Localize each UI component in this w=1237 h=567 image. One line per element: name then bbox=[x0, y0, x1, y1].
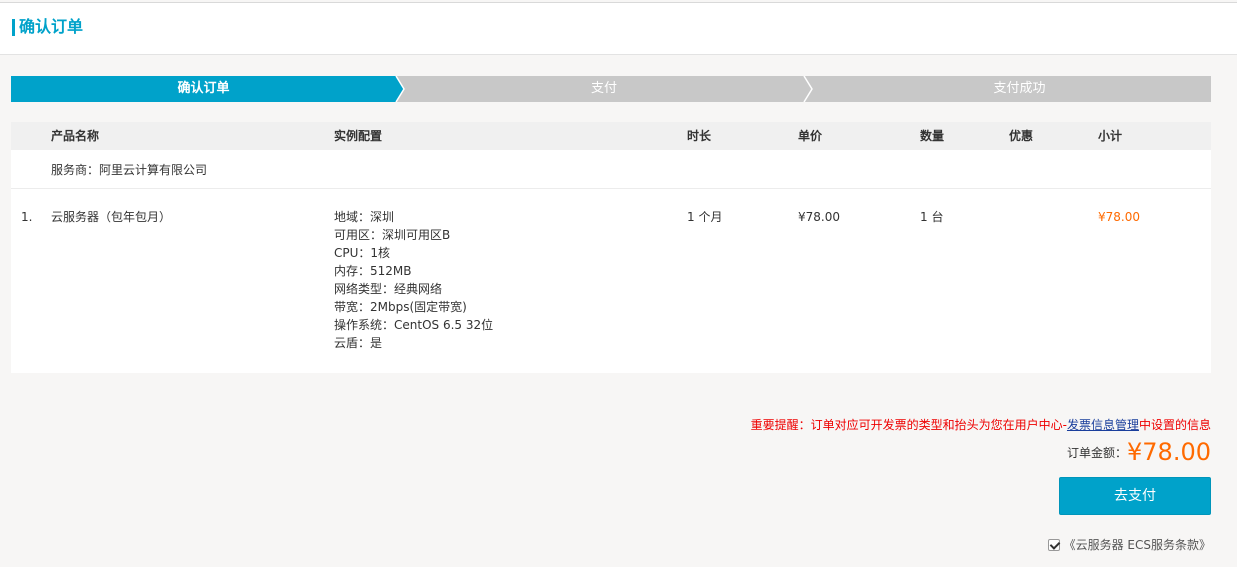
row-config: 地域：深圳 可用区：深圳可用区B CPU：1核 内存：512MB 网络类型：经典… bbox=[334, 208, 493, 352]
row-subtotal: ¥78.00 bbox=[1098, 210, 1140, 224]
row-product: 云服务器（包年包月） bbox=[51, 210, 172, 224]
config-zone: 可用区：深圳可用区B bbox=[334, 228, 451, 242]
invoice-settings-link[interactable]: 发票信息管理 bbox=[1067, 418, 1139, 432]
terms-link[interactable]: 《云服务器 ECS服务条款》 bbox=[1064, 538, 1211, 552]
config-cpu: CPU：1核 bbox=[334, 246, 391, 260]
page-title: 确认订单 bbox=[19, 17, 84, 36]
vendor-name: 服务商：阿里云计算有限公司 bbox=[51, 163, 208, 177]
notice-suffix: 中设置的信息 bbox=[1138, 418, 1211, 432]
header-duration: 时长 bbox=[687, 129, 712, 143]
terms-checkbox[interactable] bbox=[1047, 539, 1060, 551]
step-payment-success: 支付成功 bbox=[993, 81, 1046, 96]
page-header: 确认订单 bbox=[0, 2, 1237, 55]
total-amount: ¥78.00 bbox=[1127, 438, 1211, 466]
row-unit-price: ¥78.00 bbox=[798, 210, 840, 224]
header-subtotal: 小计 bbox=[1098, 129, 1123, 143]
header-discount: 优惠 bbox=[1009, 129, 1034, 143]
config-network: 网络类型：经典网络 bbox=[334, 282, 443, 296]
header-quantity: 数量 bbox=[920, 129, 945, 143]
header-product: 产品名称 bbox=[51, 129, 100, 143]
notice-prefix: 重要提醒：订单对应可开发票的类型和抬头为您在用户中心- bbox=[750, 418, 1067, 432]
table-header: 产品名称 实例配置 时长 单价 数量 优惠 小计 bbox=[11, 122, 1211, 150]
header-config: 实例配置 bbox=[334, 129, 383, 143]
step-payment: 支付 bbox=[590, 81, 617, 96]
invoice-notice: 重要提醒：订单对应可开发票的类型和抬头为您在用户中心-发票信息管理中设置的信息 bbox=[751, 416, 1211, 433]
vendor-row: 服务商：阿里云计算有限公司 bbox=[11, 150, 1211, 189]
row-quantity: 1 台 bbox=[920, 210, 944, 224]
total-label: 订单金额： bbox=[1067, 446, 1128, 460]
row-index: 1. bbox=[21, 210, 33, 224]
order-total: 订单金额：¥78.00 bbox=[1067, 436, 1211, 468]
order-progress-steps: 确认订单 支付 支付成功 bbox=[11, 76, 1211, 102]
title-accent-bar bbox=[12, 19, 15, 36]
config-bandwidth: 带宽：2Mbps(固定带宽) bbox=[334, 300, 467, 314]
terms-agreement: 《云服务器 ECS服务条款》 bbox=[1047, 536, 1211, 553]
order-table: 产品名称 实例配置 时长 单价 数量 优惠 小计 服务商：阿里云计算有限公司 1… bbox=[11, 122, 1211, 373]
config-os: 操作系统：CentOS 6.5 32位 bbox=[334, 318, 494, 332]
step-confirm-order: 确认订单 bbox=[177, 81, 230, 96]
config-memory: 内存：512MB bbox=[334, 264, 412, 278]
config-shield: 云盾：是 bbox=[334, 336, 383, 350]
header-unit-price: 单价 bbox=[798, 129, 823, 143]
row-duration: 1 个月 bbox=[687, 210, 723, 224]
pay-button[interactable]: 去支付 bbox=[1059, 477, 1211, 515]
config-region: 地域：深圳 bbox=[334, 210, 395, 224]
